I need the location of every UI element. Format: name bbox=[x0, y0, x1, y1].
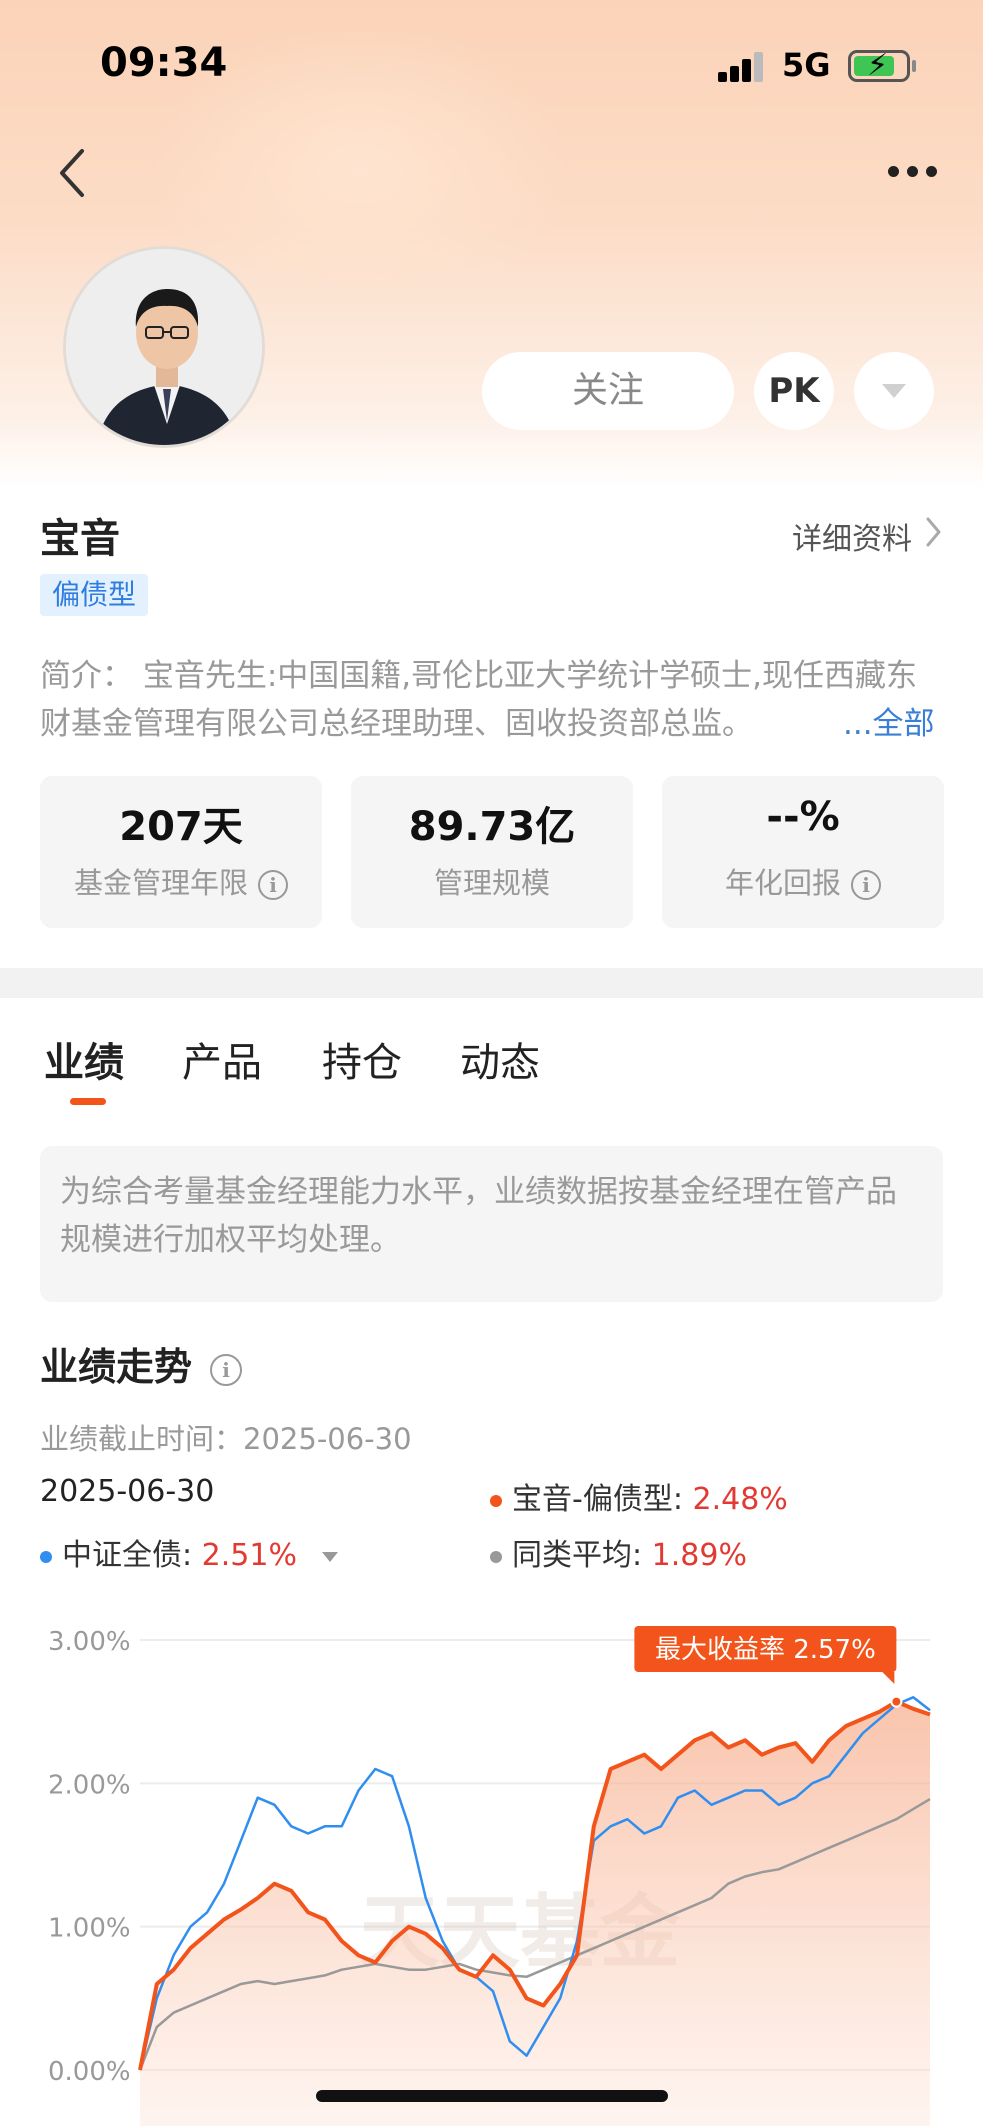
y-tick-label: 0.00% bbox=[48, 2057, 131, 2087]
intro-body: 简介： 宝音先生:中国国籍,哥伦比亚大学统计学硕士,现任西藏东财基金管理有限公司… bbox=[40, 658, 918, 742]
signal-icon bbox=[718, 50, 766, 82]
stat-label: 年化回报 i bbox=[662, 860, 944, 902]
legend-dot bbox=[490, 1494, 502, 1507]
tab-holdings[interactable]: 持仓 bbox=[322, 1030, 402, 1088]
max-point bbox=[890, 1695, 903, 1708]
info-icon[interactable]: i bbox=[210, 1353, 243, 1386]
y-tick-label: 1.00% bbox=[48, 1914, 131, 1944]
performance-notice: 为综合考量基金经理能力水平，业绩数据按基金经理在管产品规模进行加权平均处理。 bbox=[40, 1146, 943, 1302]
legend-peer-average[interactable]: 同类平均: 1.89% bbox=[490, 1530, 747, 1574]
legend-benchmark[interactable]: 中证全债: 2.51% bbox=[40, 1530, 339, 1574]
tab-active-indicator bbox=[70, 1098, 106, 1105]
chevron-down-icon bbox=[882, 384, 906, 398]
legend-dot bbox=[490, 1550, 502, 1563]
info-icon[interactable]: i bbox=[851, 870, 881, 900]
dropdown-button[interactable] bbox=[854, 352, 934, 430]
detail-link[interactable]: 详细资料 bbox=[792, 514, 941, 558]
max-label-text: 最大收益率 2.57% bbox=[655, 1635, 876, 1665]
max-label-pointer bbox=[882, 1672, 895, 1684]
type-tag: 偏债型 bbox=[40, 574, 149, 616]
y-tick-label: 3.00% bbox=[48, 1627, 131, 1657]
legend-date: 2025-06-30 bbox=[40, 1474, 215, 1509]
info-icon[interactable]: i bbox=[258, 870, 288, 900]
avatar bbox=[63, 246, 265, 448]
network-type: 5G bbox=[782, 46, 831, 84]
stat-card-scale: 89.73亿 管理规模 bbox=[351, 776, 633, 928]
performance-title: 业绩走势 i bbox=[40, 1336, 243, 1391]
chevron-right-icon bbox=[926, 517, 941, 547]
stat-value: 89.73亿 bbox=[408, 804, 576, 850]
status-time: 09:34 bbox=[100, 40, 228, 86]
legend-manager[interactable]: 宝音-偏债型: 2.48% bbox=[490, 1474, 788, 1518]
tab-products[interactable]: 产品 bbox=[182, 1030, 262, 1088]
stat-card-tenure: 207天 基金管理年限 i bbox=[40, 776, 322, 928]
stat-value: --% bbox=[766, 794, 840, 840]
performance-chart[interactable]: 3.00%2.00%1.00%0.00% 天天基金 最大收益率 2.57% bbox=[0, 1600, 983, 2126]
battery-tip bbox=[912, 60, 916, 72]
stat-card-return: --% 年化回报 i bbox=[662, 776, 944, 928]
cutoff-line: 业绩截止时间：2025-06-30 bbox=[40, 1422, 412, 1456]
manager-name: 宝音 bbox=[40, 516, 120, 562]
section-divider bbox=[0, 968, 983, 998]
stat-value: 207天 bbox=[119, 804, 243, 850]
stat-label: 基金管理年限 i bbox=[40, 860, 322, 902]
tab-performance[interactable]: 业绩 bbox=[44, 1030, 124, 1088]
tab-news[interactable]: 动态 bbox=[460, 1030, 540, 1088]
more-icon[interactable] bbox=[888, 162, 938, 182]
legend-dot bbox=[40, 1550, 52, 1563]
detail-link-label: 详细资料 bbox=[792, 522, 912, 557]
chevron-down-icon bbox=[321, 1551, 338, 1562]
battery-icon: ⚡ bbox=[848, 49, 910, 83]
intro-text: 简介： 宝音先生:中国国籍,哥伦比亚大学统计学硕士,现任西藏东财基金管理有限公司… bbox=[40, 652, 940, 748]
y-tick-label: 2.00% bbox=[48, 1770, 131, 1800]
follow-button[interactable]: 关注 bbox=[482, 352, 734, 430]
back-icon[interactable] bbox=[52, 145, 92, 201]
intro-more-link[interactable]: ...全部 bbox=[841, 700, 935, 748]
home-indicator bbox=[316, 2090, 668, 2102]
pk-button[interactable]: PK bbox=[754, 352, 834, 430]
stat-label: 管理规模 bbox=[433, 866, 550, 900]
